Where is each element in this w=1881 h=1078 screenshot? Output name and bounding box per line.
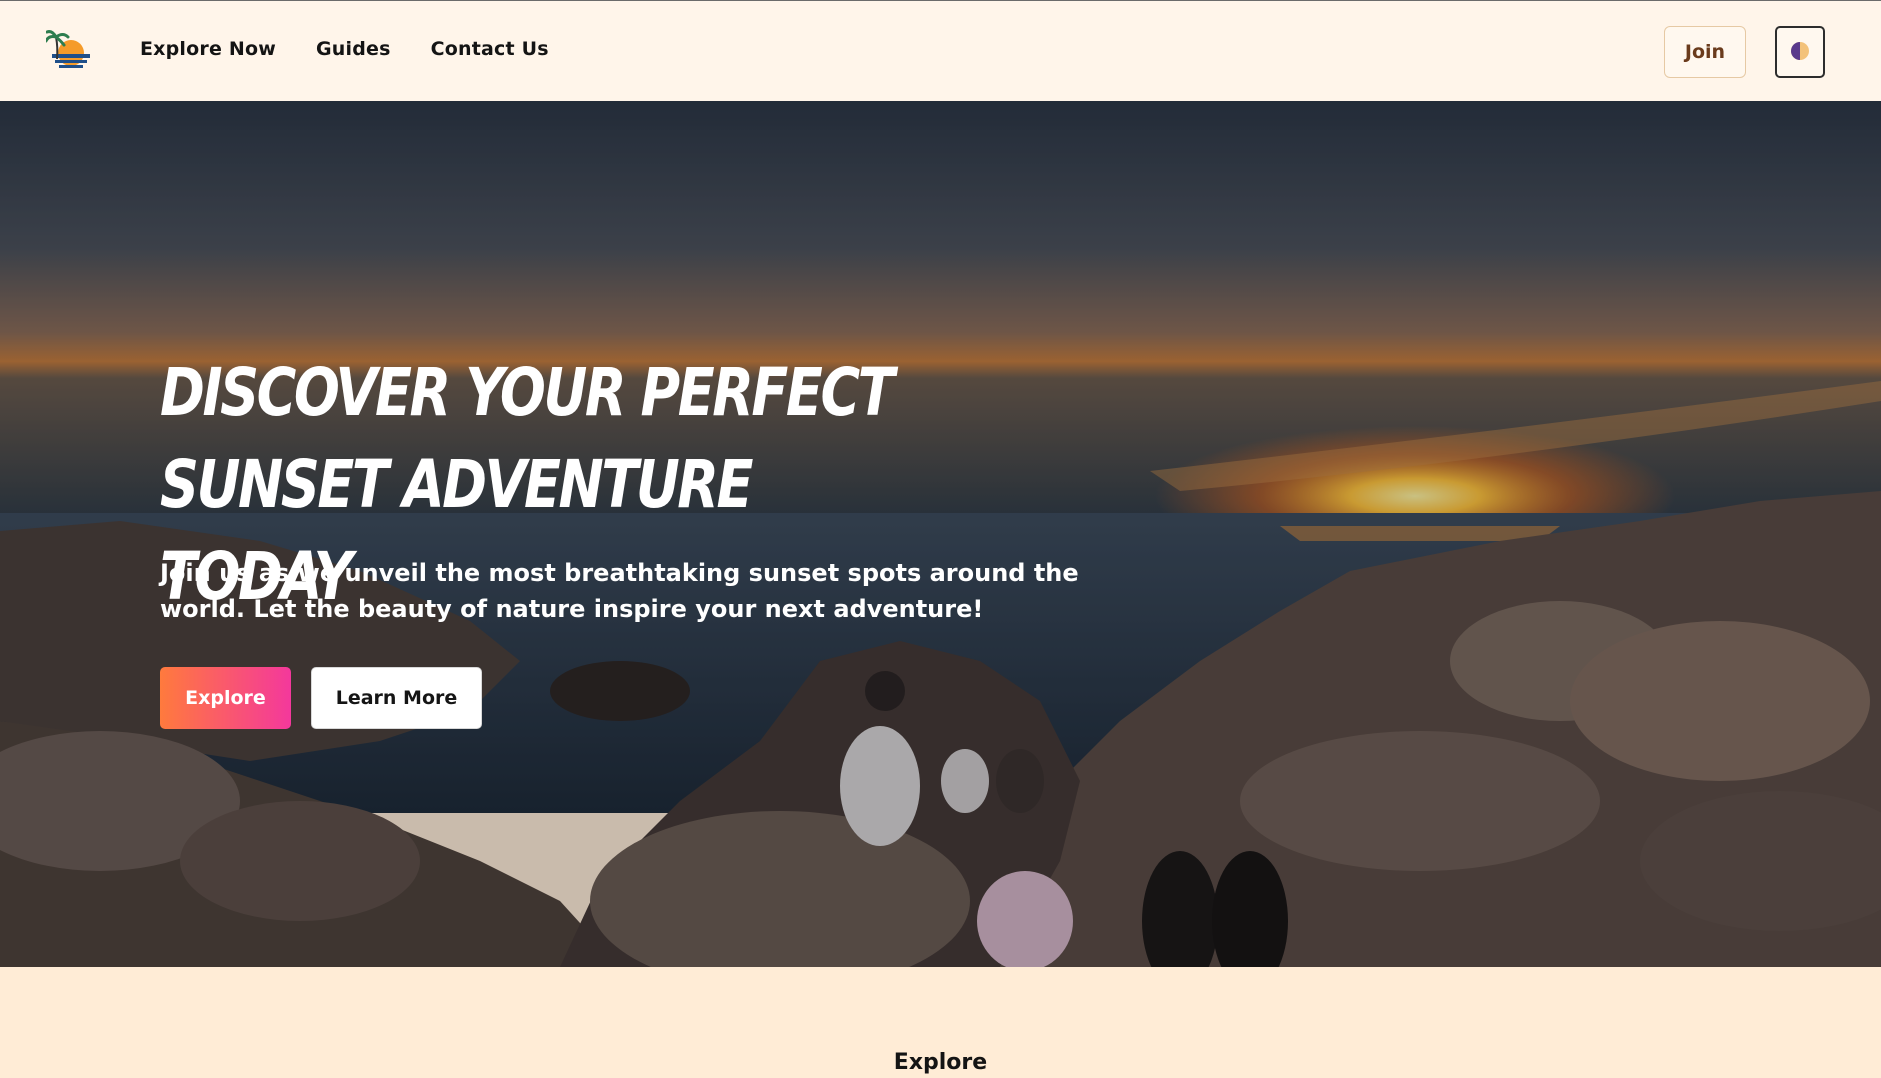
nav-contact-us[interactable]: Contact Us — [431, 38, 549, 60]
hero-subtitle: Join us as we unveil the most breathtaki… — [160, 559, 1079, 623]
explore-button[interactable]: Explore — [160, 667, 291, 729]
theme-toggle-button[interactable] — [1775, 26, 1825, 78]
explore-section-title: Explore — [893, 1050, 988, 1075]
palm-sunset-logo-icon[interactable] — [44, 29, 92, 71]
hero-section: Discover Your Perfect Sunset Adventure T… — [0, 101, 1881, 967]
site-header: Explore Now Guides Contact Us Join — [0, 0, 1881, 101]
join-button[interactable]: Join — [1664, 26, 1746, 78]
nav-explore-now[interactable]: Explore Now — [140, 38, 276, 60]
nav-guides[interactable]: Guides — [316, 38, 391, 60]
main-nav: Explore Now Guides Contact Us — [140, 38, 549, 60]
theme-toggle-moon-icon — [1790, 41, 1810, 64]
learn-more-button[interactable]: Learn More — [311, 667, 482, 729]
